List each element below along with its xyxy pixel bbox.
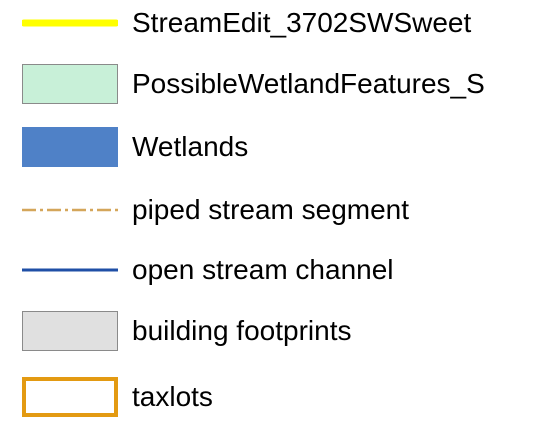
legend-item-streamedit: StreamEdit_3702SWSweet <box>0 0 540 52</box>
orange-outline-symbol-icon <box>22 377 118 417</box>
legend-label: Wetlands <box>132 131 249 162</box>
legend-item-possible-wetland-features: PossibleWetlandFeatures_S <box>0 55 540 113</box>
legend-label: taxlots <box>132 381 213 412</box>
legend-label: building footprints <box>132 315 352 346</box>
gray-fill-symbol-icon <box>22 311 118 351</box>
legend-item-wetlands: Wetlands <box>0 118 540 176</box>
legend-item-piped-stream-segment: piped stream segment <box>0 181 540 239</box>
light-green-fill-symbol-icon <box>22 64 118 104</box>
legend-label: open stream channel <box>132 254 394 285</box>
legend-item-taxlots: taxlots <box>0 368 540 426</box>
yellow-line-symbol-icon <box>22 3 118 43</box>
legend-label: piped stream segment <box>132 194 410 225</box>
legend-item-open-stream-channel: open stream channel <box>0 241 540 299</box>
blue-fill-symbol-icon <box>22 127 118 167</box>
map-legend: StreamEdit_3702SWSweet PossibleWetlandFe… <box>0 0 540 421</box>
legend-label: PossibleWetlandFeatures_S <box>132 68 485 99</box>
dash-dot-line-symbol-icon <box>22 190 118 230</box>
blue-line-symbol-icon <box>22 250 118 290</box>
legend-item-building-footprints: building footprints <box>0 302 540 360</box>
legend-label: StreamEdit_3702SWSweet <box>132 7 472 38</box>
